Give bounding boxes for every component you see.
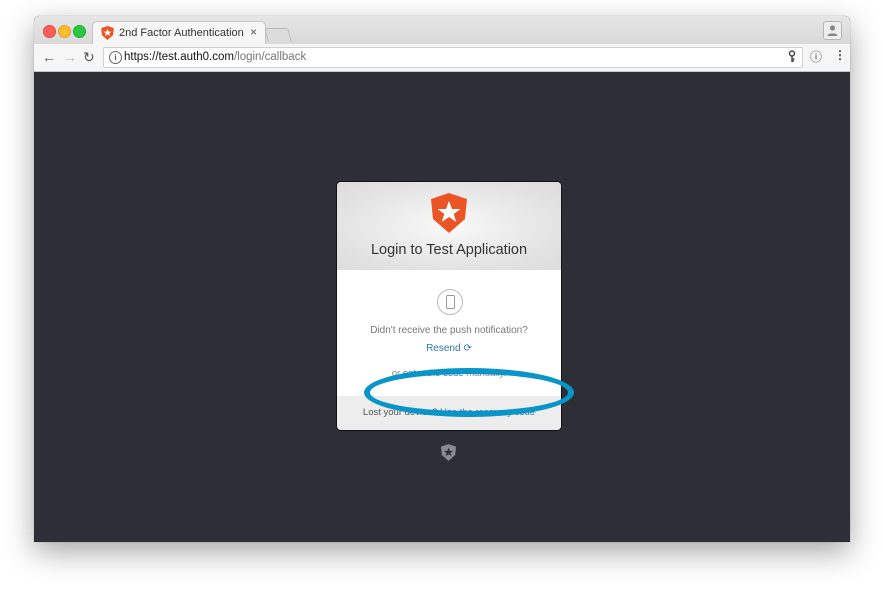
manual-entry-text: or enter the code manually. bbox=[337, 368, 561, 379]
browser-tab-active[interactable]: 2nd Factor Authentication × bbox=[92, 21, 266, 45]
close-window-button[interactable] bbox=[43, 25, 56, 38]
mobile-device-icon bbox=[437, 289, 463, 315]
url-host: https://test.auth0.com bbox=[124, 51, 234, 63]
forward-button[interactable]: → bbox=[63, 48, 77, 66]
card-title: Login to Test Application bbox=[370, 242, 528, 258]
new-tab-button[interactable] bbox=[264, 28, 292, 42]
resend-link[interactable]: Resend ⟳ bbox=[337, 343, 561, 354]
key-icon[interactable] bbox=[787, 50, 797, 63]
resend-label: Resend bbox=[426, 343, 461, 354]
manual-suffix: manually. bbox=[463, 368, 507, 379]
reload-button[interactable]: ↻ bbox=[83, 48, 95, 66]
maximize-window-button[interactable] bbox=[73, 25, 86, 38]
card-header: Login to Test Application bbox=[337, 182, 561, 270]
phone-icon bbox=[446, 295, 455, 309]
tab-close-icon[interactable]: × bbox=[250, 25, 257, 39]
card-footer: Lost your device? Use the recovery code bbox=[337, 396, 561, 430]
browser-toolbar: ← → ↻ i https://test.auth0.com/login/cal… bbox=[34, 44, 850, 72]
address-bar[interactable]: i https://test.auth0.com/login/callback bbox=[103, 47, 803, 68]
minimize-window-button[interactable] bbox=[58, 25, 71, 38]
menu-icon[interactable]: ⋮ bbox=[834, 48, 846, 62]
push-notification-message: Didn't receive the push notification? bbox=[370, 325, 528, 336]
recovery-code-link[interactable]: Use the recovery code bbox=[440, 407, 535, 418]
browser-window: 2nd Factor Authentication × ← → ↻ i http… bbox=[34, 16, 850, 542]
refresh-icon: ⟳ bbox=[463, 343, 472, 354]
login-card: Login to Test Application Didn't receive… bbox=[337, 182, 561, 430]
tab-title: 2nd Factor Authentication bbox=[119, 27, 244, 39]
back-button[interactable]: ← bbox=[42, 48, 56, 66]
lost-device-text: Lost your device? Use the recovery code bbox=[363, 407, 535, 418]
url-path: /login/callback bbox=[233, 51, 307, 63]
enter-code-link[interactable]: enter the code bbox=[403, 368, 464, 379]
auth0-logo-icon bbox=[431, 193, 467, 233]
person-icon bbox=[827, 25, 838, 36]
footer-prefix: Lost your device? bbox=[362, 407, 441, 418]
url-text: https://test.auth0.com/login/callback bbox=[124, 51, 306, 63]
page-content: Login to Test Application Didn't receive… bbox=[34, 72, 850, 542]
page-info-icon[interactable]: ⓘ bbox=[810, 48, 822, 65]
site-info-icon[interactable]: i bbox=[109, 51, 122, 64]
profile-button[interactable] bbox=[823, 21, 842, 40]
auth0-footer-logo-icon bbox=[441, 444, 456, 461]
auth0-favicon-icon bbox=[101, 26, 114, 40]
manual-prefix: or bbox=[391, 368, 403, 379]
title-bar: 2nd Factor Authentication × bbox=[34, 16, 850, 45]
